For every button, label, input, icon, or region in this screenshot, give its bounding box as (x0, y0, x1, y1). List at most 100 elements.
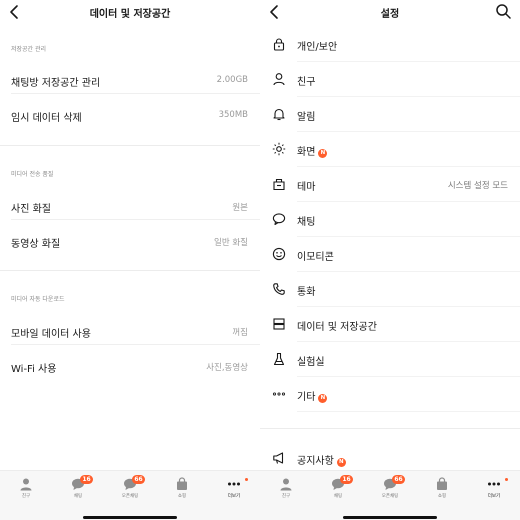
tab-friends[interactable]: 친구 (260, 475, 312, 505)
tab-chats[interactable]: 16 채팅 (52, 475, 104, 505)
megaphone-icon (273, 452, 284, 464)
menu-label: 데이터 및 저장공간 (297, 322, 377, 333)
more-icon (228, 482, 240, 486)
theme-value: 시스템 설정 모드 (447, 181, 508, 191)
menu-label: 화면 N (297, 143, 328, 158)
person-icon (20, 478, 32, 491)
menu-label: 통화 (297, 287, 316, 298)
menu-display[interactable]: 화면 N (260, 132, 520, 167)
tab-friends[interactable]: 친구 (0, 475, 52, 505)
tab-label: 더보기 (227, 494, 241, 499)
row-label: 임시 데이터 삭제 (11, 113, 82, 124)
tab-label: 쇼핑 (437, 494, 447, 499)
tab-chats[interactable]: 16 채팅 (312, 475, 364, 505)
menu-etc[interactable]: 기타 N (260, 377, 520, 412)
menu-notifications[interactable]: 알림 (260, 97, 520, 132)
person-icon (280, 478, 292, 491)
photo-quality-row[interactable]: 사진 화질 원본 (0, 192, 260, 220)
new-badge: N (318, 149, 328, 158)
header: 설정 (260, 0, 520, 26)
divider (0, 145, 260, 146)
page-title: 데이터 및 저장공간 (89, 9, 171, 20)
section-label: 미디어 전송 품질 (11, 171, 54, 178)
new-badge: N (336, 458, 346, 467)
mobile-data-row[interactable]: 모바일 데이터 사용 꺼짐 (0, 317, 260, 345)
header: 데이터 및 저장공간 (0, 0, 260, 26)
chatroom-storage-row[interactable]: 채팅방 저장공간 관리 2.00GB (0, 66, 260, 94)
menu-label: 친구 (297, 77, 316, 88)
tab-shopping[interactable]: 쇼핑 (416, 475, 468, 505)
more-dots-icon (272, 392, 286, 396)
brightness-icon (272, 142, 286, 156)
menu-label-text: 공지사항 (297, 456, 334, 467)
menu-data-storage[interactable]: 데이터 및 저장공간 (260, 307, 520, 342)
row-value: 일반 화질 (214, 238, 248, 248)
menu-lab[interactable]: 실험실 (260, 342, 520, 377)
new-dot (505, 478, 508, 481)
divider (260, 428, 520, 429)
tab-label: 채팅 (73, 494, 83, 499)
tab-shopping[interactable]: 쇼핑 (156, 475, 208, 505)
bell-icon (273, 108, 285, 121)
tab-more[interactable]: 더보기 (208, 475, 260, 505)
tab-open-chat[interactable]: 66 오픈채팅 (104, 475, 156, 505)
chat-bubble-icon (272, 213, 286, 226)
section-label: 미디어 자동 다운로드 (11, 296, 65, 303)
menu-theme[interactable]: 테마 시스템 설정 모드 (260, 167, 520, 202)
shopping-bag-icon (437, 477, 447, 490)
unread-badge: 66 (132, 475, 145, 484)
divider (0, 270, 260, 271)
emoticon-icon (272, 247, 286, 261)
menu-chat[interactable]: 채팅 (260, 202, 520, 237)
row-label: 모바일 데이터 사용 (11, 329, 91, 340)
row-value: 2.00GB (216, 75, 248, 85)
theme-icon (273, 178, 285, 191)
menu-label: 이모티콘 (297, 252, 334, 263)
temp-data-delete-row[interactable]: 임시 데이터 삭제 350MB (0, 101, 260, 129)
menu-label-text: 화면 (297, 147, 316, 158)
row-label: Wi-Fi 사용 (11, 364, 57, 375)
storage-icon (273, 318, 285, 330)
shopping-bag-icon (177, 477, 187, 490)
menu-label: 실험실 (297, 357, 325, 368)
menu-label: 채팅 (297, 217, 316, 228)
menu-friends[interactable]: 친구 (260, 62, 520, 97)
menu-privacy[interactable]: 개인/보안 (260, 27, 520, 62)
phone-icon (273, 283, 285, 295)
unread-badge: 16 (340, 475, 353, 484)
menu-emoticon[interactable]: 이모티콘 (260, 237, 520, 272)
row-value: 350MB (218, 110, 248, 120)
tab-open-chat[interactable]: 66 오픈채팅 (364, 475, 416, 505)
section-label: 저장공간 관리 (11, 46, 47, 53)
home-indicator (83, 516, 177, 519)
tab-more[interactable]: 더보기 (468, 475, 520, 505)
row-value: 사진,동영상 (206, 363, 248, 373)
new-badge: N (318, 394, 328, 403)
search-icon[interactable] (494, 2, 512, 20)
tab-label: 쇼핑 (177, 494, 187, 499)
tab-label: 오픈채팅 (381, 494, 399, 499)
lock-icon (273, 38, 285, 51)
unread-badge: 66 (392, 475, 405, 484)
video-quality-row[interactable]: 동영상 화질 일반 화질 (0, 227, 260, 255)
wifi-row[interactable]: Wi-Fi 사용 사진,동영상 (0, 352, 260, 380)
tab-label: 친구 (281, 494, 291, 499)
data-storage-screen: 데이터 및 저장공간 저장공간 관리 채팅방 저장공간 관리 2.00GB 임시… (0, 0, 260, 520)
row-value: 꺼짐 (232, 328, 248, 338)
settings-screen: 설정 개인/보안 친구 알림 화면 N 테마 시스템 설정 모드 채팅 이모티콘 … (260, 0, 520, 520)
person-icon (273, 73, 285, 86)
menu-label: 공지사항 N (297, 452, 346, 467)
tab-label: 오픈채팅 (121, 494, 139, 499)
tab-label: 채팅 (333, 494, 343, 499)
tab-label: 더보기 (487, 494, 501, 499)
menu-call[interactable]: 통화 (260, 272, 520, 307)
home-indicator (343, 516, 437, 519)
unread-badge: 16 (80, 475, 93, 484)
tab-bar: 친구 16 채팅 66 오픈채팅 쇼핑 더보기 (260, 470, 520, 520)
menu-label: 테마 (297, 182, 316, 193)
row-label: 채팅방 저장공간 관리 (11, 78, 101, 89)
page-title: 설정 (380, 9, 400, 20)
row-label: 사진 화질 (11, 204, 51, 215)
new-dot (245, 478, 248, 481)
menu-label: 알림 (297, 112, 316, 123)
